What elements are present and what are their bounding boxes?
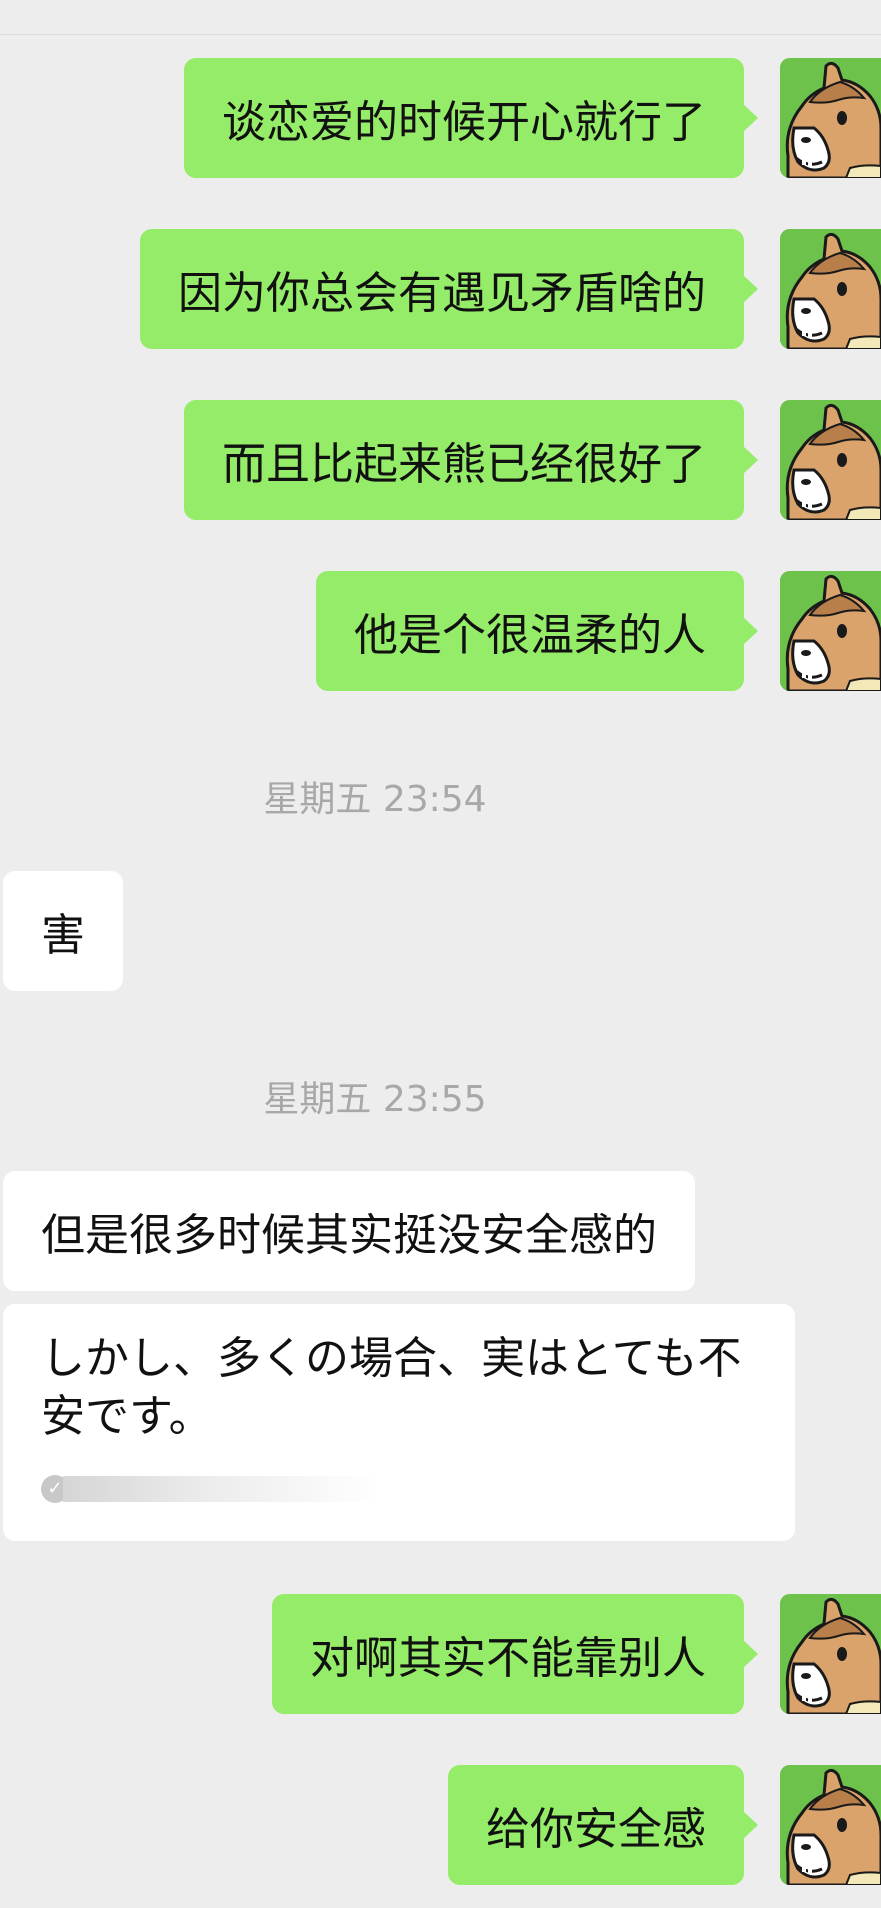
horse-head-avatar-icon bbox=[780, 400, 881, 520]
outgoing-message[interactable]: 因为你总会有遇见矛盾啥的 bbox=[140, 229, 758, 349]
avatar[interactable] bbox=[780, 400, 881, 520]
incoming-message[interactable]: 但是很多时候其实挺没安全感的 bbox=[3, 1171, 695, 1291]
avatar[interactable] bbox=[780, 58, 881, 178]
outgoing-message[interactable]: 他是个很温柔的人 bbox=[316, 571, 758, 691]
message-text: 他是个很温柔的人 bbox=[354, 610, 706, 661]
horse-head-avatar-icon bbox=[780, 1765, 881, 1885]
outgoing-message[interactable]: 而且比起来熊已经很好了 bbox=[184, 400, 758, 520]
avatar[interactable] bbox=[780, 229, 881, 349]
horse-head-avatar-icon bbox=[780, 571, 881, 691]
top-divider bbox=[0, 34, 881, 35]
message-text: 害 bbox=[41, 910, 85, 961]
translation-fade-bar bbox=[63, 1476, 381, 1502]
message-text: 对啊其实不能靠别人 bbox=[310, 1633, 706, 1684]
translation-status: ✓ bbox=[41, 1474, 381, 1504]
translation-text: しかし、多くの場合、実はとても不安です。 bbox=[41, 1333, 742, 1442]
avatar[interactable] bbox=[780, 1765, 881, 1885]
outgoing-message[interactable]: 对啊其实不能靠别人 bbox=[272, 1594, 758, 1714]
horse-head-avatar-icon bbox=[780, 58, 881, 178]
avatar[interactable] bbox=[780, 571, 881, 691]
message-text: 因为你总会有遇见矛盾啥的 bbox=[178, 268, 706, 319]
horse-head-avatar-icon bbox=[780, 229, 881, 349]
timestamp: 星期五 23:55 bbox=[263, 1079, 487, 1120]
outgoing-message[interactable]: 谈恋爱的时候开心就行了 bbox=[184, 58, 758, 178]
timestamp: 星期五 23:54 bbox=[263, 779, 487, 820]
avatar[interactable] bbox=[780, 1594, 881, 1714]
message-text: 给你安全感 bbox=[486, 1804, 706, 1855]
translation-card[interactable]: しかし、多くの場合、実はとても不安です。 ✓ bbox=[3, 1304, 795, 1541]
outgoing-message[interactable]: 给你安全感 bbox=[448, 1765, 758, 1885]
message-text: 谈恋爱的时候开心就行了 bbox=[222, 97, 706, 148]
message-text: 但是很多时候其实挺没安全感的 bbox=[41, 1210, 657, 1261]
horse-head-avatar-icon bbox=[780, 1594, 881, 1714]
incoming-message[interactable]: 害 bbox=[3, 871, 123, 991]
message-text: 而且比起来熊已经很好了 bbox=[222, 439, 706, 490]
